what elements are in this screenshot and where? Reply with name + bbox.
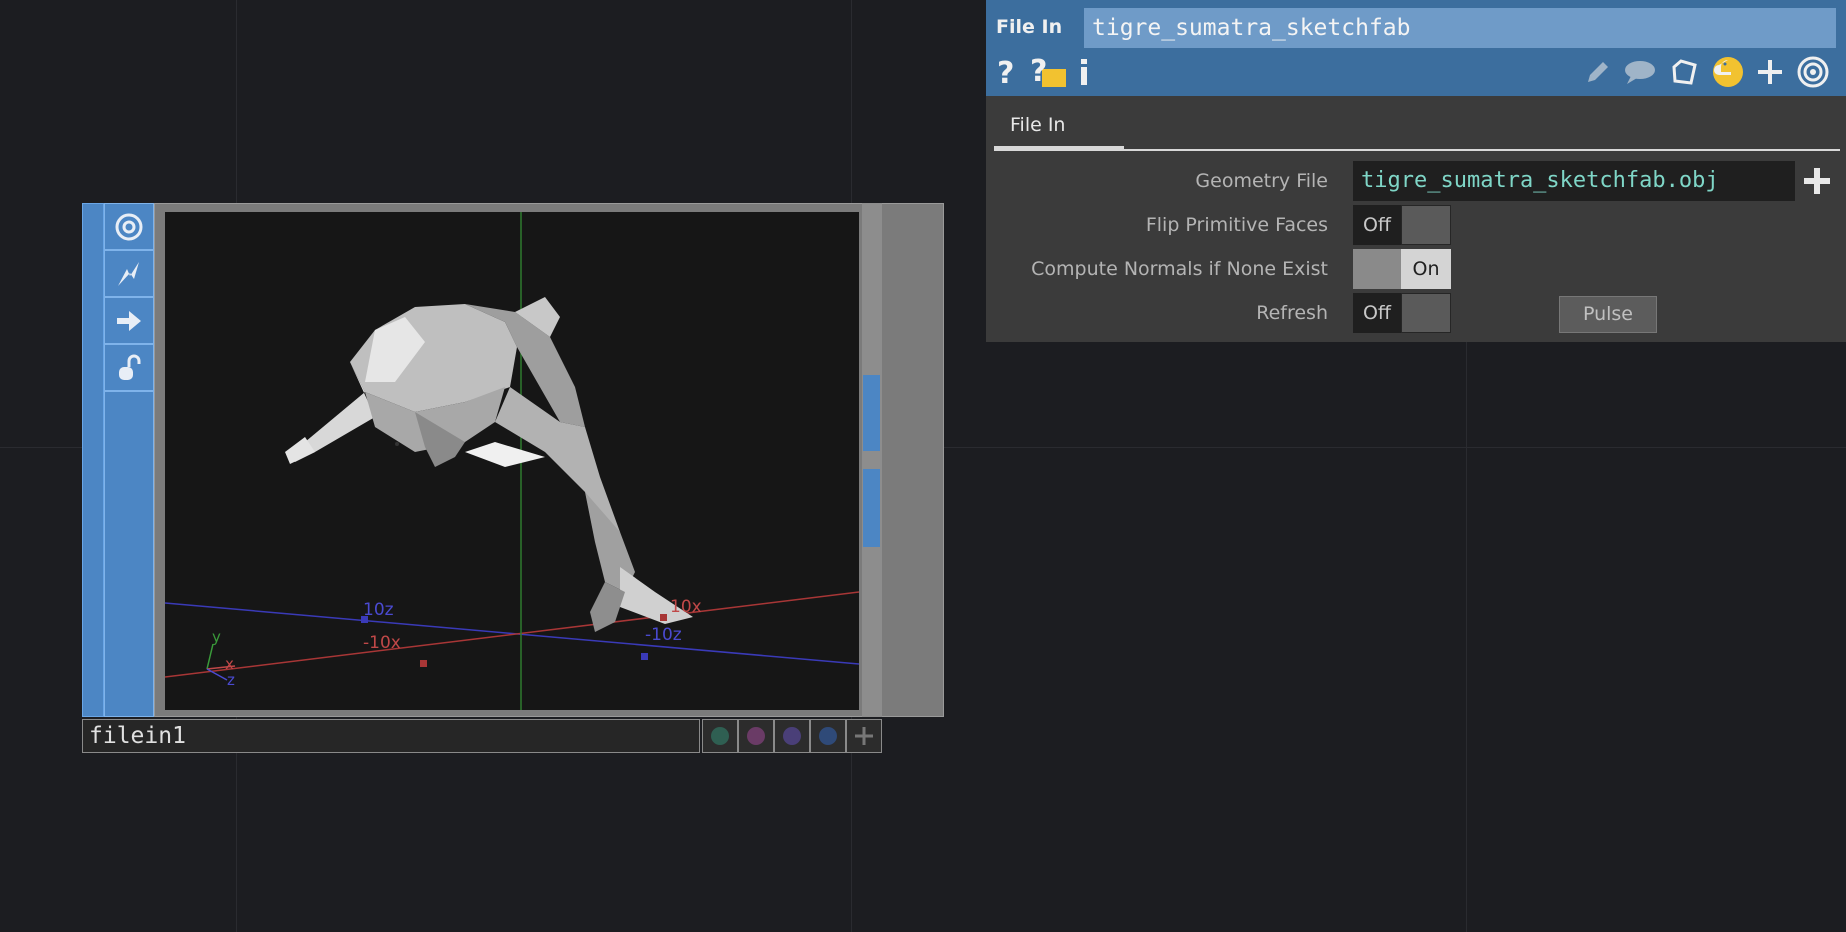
toggle-value: Off <box>1353 293 1401 333</box>
node-input-strip[interactable] <box>82 203 104 717</box>
flag-template[interactable] <box>774 719 810 753</box>
operator-name-field[interactable]: tigre_sumatra_sketchfab <box>1084 8 1836 48</box>
info-icon[interactable] <box>1074 54 1094 90</box>
flag-pick[interactable] <box>810 719 846 753</box>
clone-icon[interactable] <box>1668 54 1700 90</box>
flag-dot <box>711 727 729 745</box>
svg-text:y: y <box>212 628 221 646</box>
help-python-icon[interactable]: ? <box>1028 54 1068 90</box>
svg-text:?: ? <box>997 57 1014 87</box>
node-name-field[interactable]: filein1 <box>82 719 700 753</box>
axis-label-pos-z: 10z <box>363 600 394 620</box>
add-flag-icon[interactable] <box>846 719 882 753</box>
svg-text:z: z <box>227 671 235 689</box>
flag-dot <box>819 727 837 745</box>
x-axis-line <box>165 591 859 678</box>
geometry-file-label: Geometry File <box>1195 170 1328 192</box>
dolphin-model <box>285 297 693 632</box>
axis-label-neg-z: -10z <box>645 625 682 645</box>
axis-gizmo: y x z <box>206 628 236 689</box>
flip-faces-label: Flip Primitive Faces <box>1145 214 1328 236</box>
output-connector-bottom[interactable] <box>863 469 880 547</box>
compute-normals-label: Compute Normals if None Exist <box>1031 258 1328 280</box>
arrow-right-icon[interactable] <box>105 298 153 345</box>
refresh-label: Refresh <box>1256 302 1328 324</box>
output-connector-top[interactable] <box>863 375 880 451</box>
flag-dot <box>747 727 765 745</box>
help-icon[interactable]: ? <box>994 54 1020 90</box>
z-axis-line <box>165 602 859 665</box>
flag-render[interactable] <box>738 719 774 753</box>
node-output-strip <box>862 203 882 717</box>
axis-label-pos-x: 10x <box>670 597 702 617</box>
add-icon[interactable] <box>1754 54 1786 90</box>
tab-active-indicator <box>994 146 1124 151</box>
toggle-knob <box>1401 293 1451 333</box>
node-flags <box>702 719 882 753</box>
pencil-icon[interactable] <box>1582 54 1614 90</box>
svg-text:?: ? <box>1030 55 1047 89</box>
filein-node[interactable]: 10z -10x 10x -10z y x z filein1 <box>82 203 944 756</box>
panel-header: File In tigre_sumatra_sketchfab ? ? <box>986 0 1846 96</box>
axis-label-neg-x: -10x <box>363 633 401 653</box>
comment-icon[interactable] <box>1622 54 1658 90</box>
viewer-icon[interactable] <box>1794 54 1832 90</box>
tab-file-in[interactable]: File In <box>1010 114 1065 136</box>
toggle-value: Off <box>1353 205 1401 245</box>
parameter-panel: File In tigre_sumatra_sketchfab ? ? File… <box>986 0 1846 342</box>
geometry-file-field[interactable]: tigre_sumatra_sketchfab.obj <box>1353 161 1795 201</box>
cook-lightning-icon[interactable] <box>105 251 153 298</box>
geometry-viewer-frame: 10z -10x 10x -10z y x z <box>154 203 944 717</box>
toggle-knob <box>1401 205 1451 245</box>
pulse-button[interactable]: Pulse <box>1559 296 1657 333</box>
viewer-target-icon[interactable] <box>105 204 153 251</box>
flip-faces-toggle[interactable]: Off <box>1353 205 1451 245</box>
refresh-toggle[interactable]: Off <box>1353 293 1451 333</box>
flag-dot <box>783 727 801 745</box>
lock-open-icon[interactable] <box>105 345 153 392</box>
toggle-value: On <box>1401 249 1451 289</box>
geometry-viewer[interactable]: 10z -10x 10x -10z y x z <box>165 212 859 710</box>
toggle-knob <box>1353 249 1401 289</box>
python-icon[interactable] <box>1710 54 1746 90</box>
compute-normals-toggle[interactable]: On <box>1353 249 1451 289</box>
node-toolbar <box>104 203 154 717</box>
flag-display[interactable] <box>702 719 738 753</box>
browse-file-icon[interactable] <box>1802 166 1832 196</box>
operator-type-label: File In <box>996 16 1063 38</box>
